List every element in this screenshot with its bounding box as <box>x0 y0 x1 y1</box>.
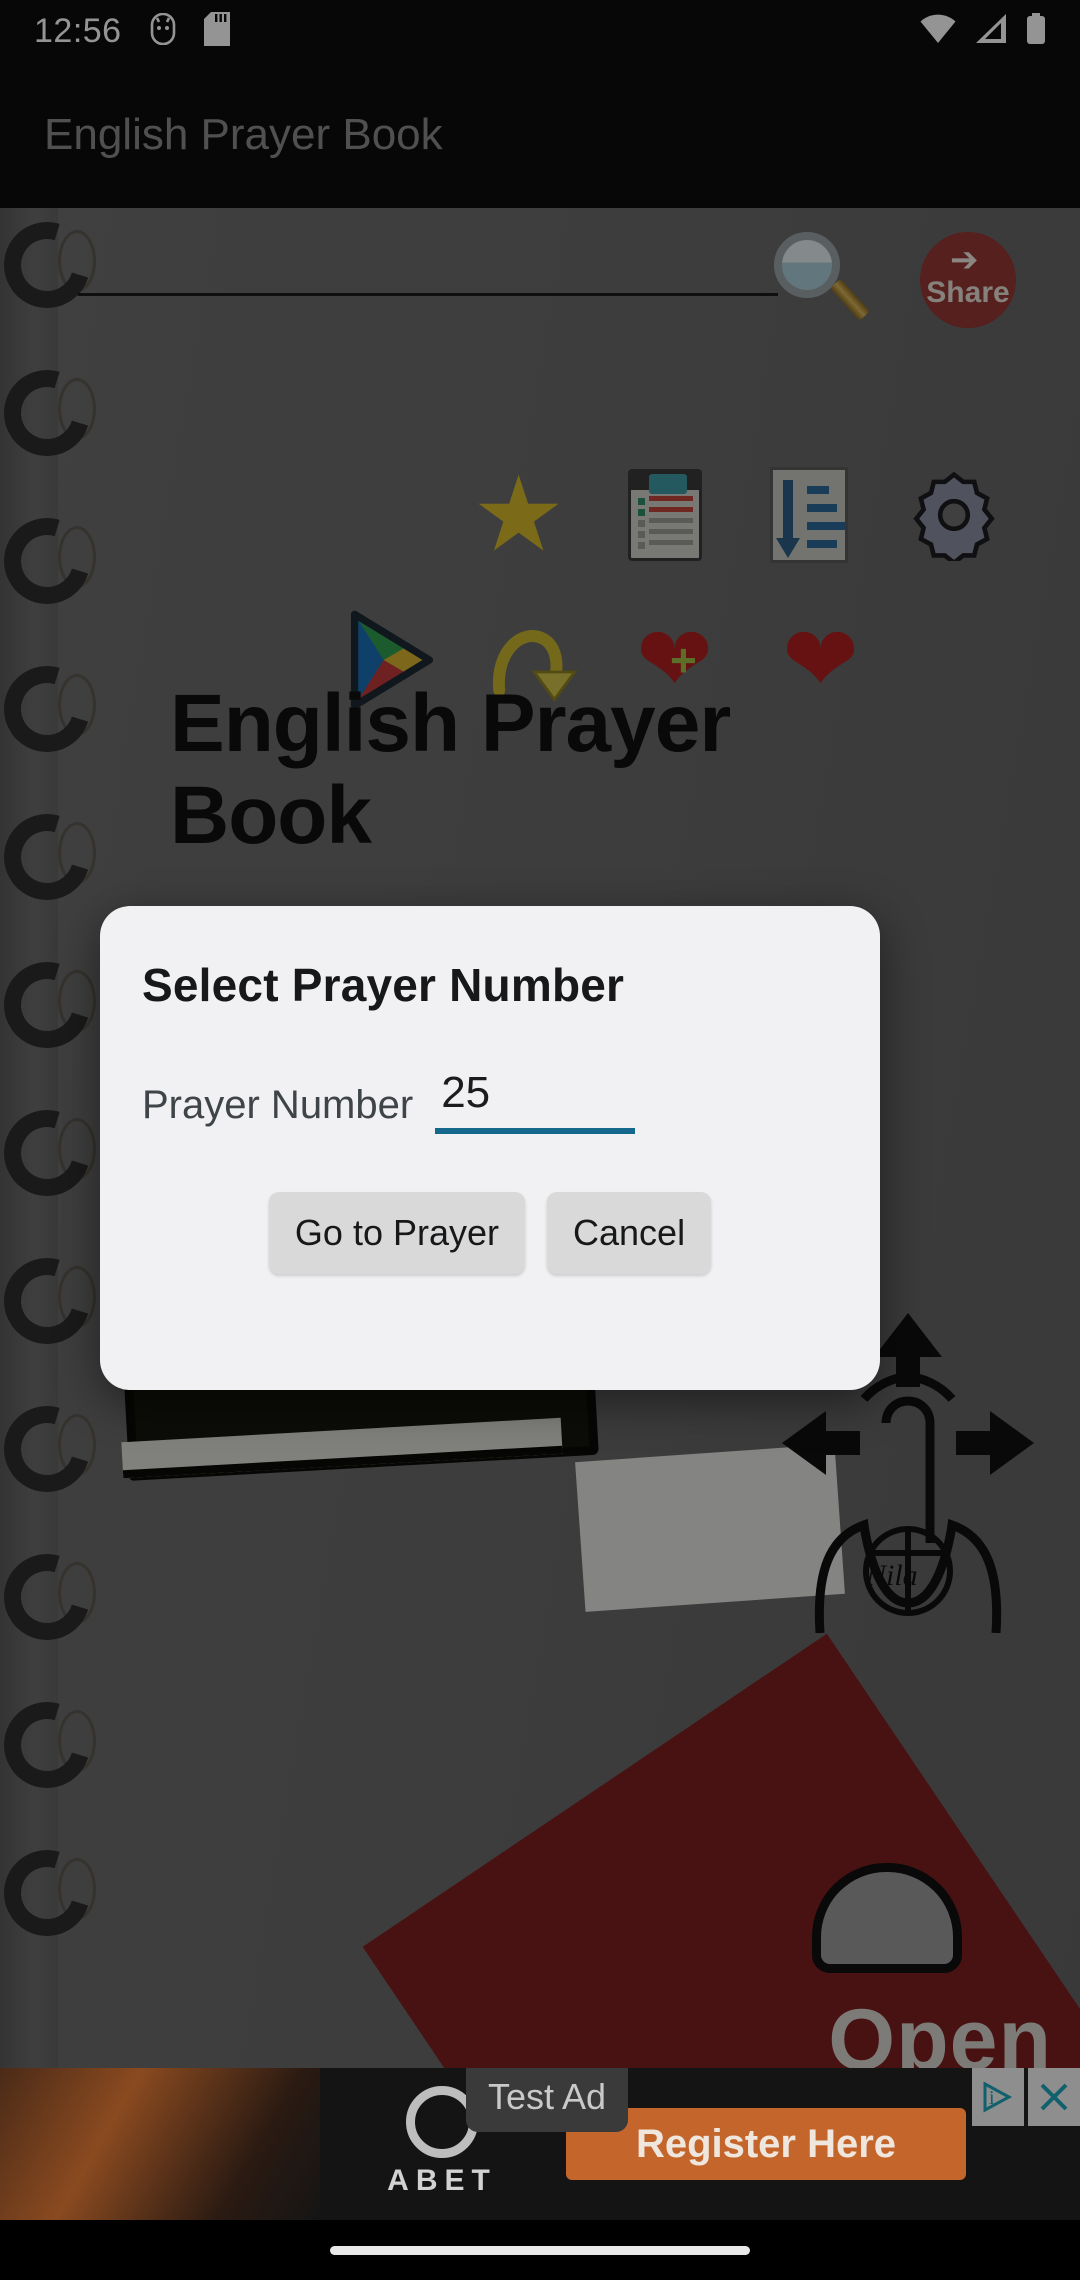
home-gesture-pill[interactable] <box>330 2245 750 2255</box>
adchoices-info-icon[interactable]: i <box>972 2068 1024 2126</box>
prayer-number-label: Prayer Number <box>142 1083 414 1127</box>
phone-screen: 12:56 English Prayer Book Share ➔ ★ ❤ + … <box>0 0 1080 2280</box>
ad-banner[interactable]: ABET Register Here Test Ad i <box>0 2068 1080 2220</box>
ad-test-label: Test Ad <box>466 2068 629 2132</box>
dialog-field-row: Prayer Number <box>142 1068 838 1134</box>
ad-brand-name: ABET <box>387 2164 497 2197</box>
ad-controls: i <box>968 2068 1080 2126</box>
prayer-number-input[interactable] <box>435 1068 636 1128</box>
select-prayer-number-dialog: Select Prayer Number Prayer Number Go to… <box>100 906 880 1390</box>
cancel-button[interactable]: Cancel <box>547 1192 712 1274</box>
ad-image <box>0 2068 320 2220</box>
close-icon[interactable] <box>1028 2068 1080 2126</box>
prayer-number-field[interactable] <box>435 1068 636 1134</box>
dialog-title: Select Prayer Number <box>142 959 625 1011</box>
dialog-actions: Go to Prayer Cancel <box>142 1192 838 1274</box>
input-underline <box>435 1128 636 1134</box>
go-to-prayer-button[interactable]: Go to Prayer <box>268 1192 526 1274</box>
svg-text:i: i <box>989 2087 995 2109</box>
system-nav-bar <box>0 2220 1080 2280</box>
